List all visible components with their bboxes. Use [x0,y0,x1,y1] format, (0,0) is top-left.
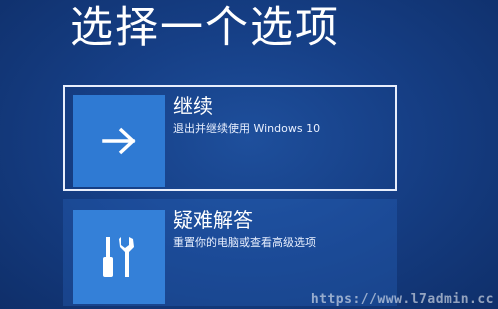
continue-option[interactable]: 继续 退出并继续使用 Windows 10 [63,85,397,191]
arrow-right-icon [102,127,136,155]
troubleshoot-description: 重置你的电脑或查看高级选项 [173,236,316,249]
tools-icon [99,233,139,281]
watermark: https://www.l7admin.cc [310,292,494,307]
page-title: 选择一个选项 [70,3,340,53]
troubleshoot-label: 疑难解答 [173,208,253,232]
troubleshoot-tile [73,210,165,304]
continue-tile [73,95,165,187]
choose-an-option-screen: 选择一个选项 继续 退出并继续使用 Windows 10 疑难解答 重置你的电脑… [0,0,498,309]
continue-description: 退出并继续使用 Windows 10 [173,122,321,135]
troubleshoot-option[interactable]: 疑难解答 重置你的电脑或查看高级选项 [63,199,397,306]
continue-label: 继续 [173,94,213,118]
